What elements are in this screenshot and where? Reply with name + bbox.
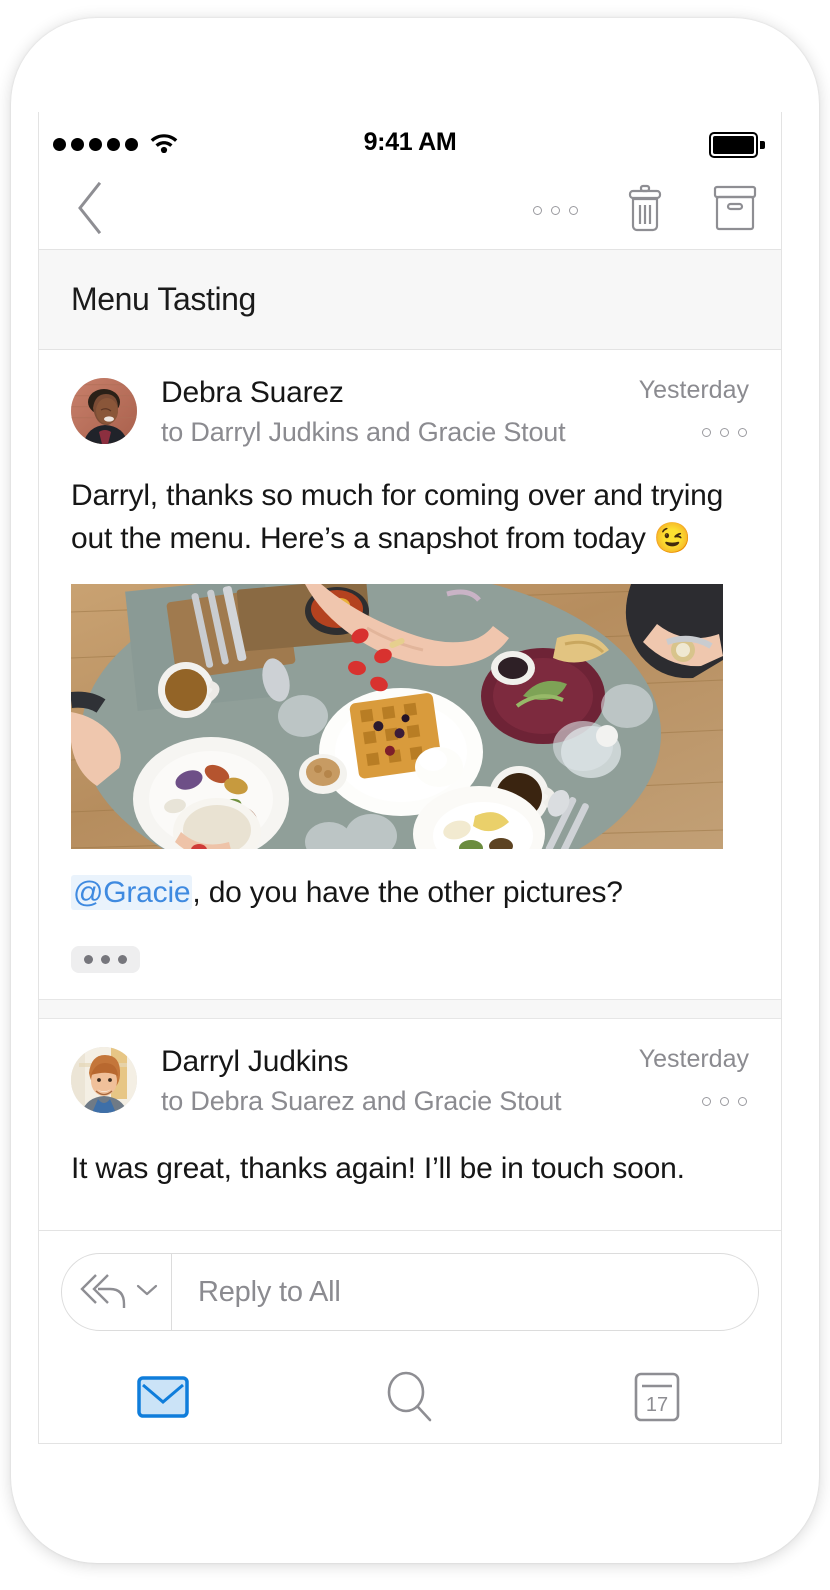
message-body: Darryl, thanks so much for coming over a… <box>71 452 749 570</box>
search-icon <box>383 1370 437 1429</box>
message-header: Debra Suarez to Darryl Judkins and Graci… <box>71 350 749 452</box>
reply-all-icon <box>76 1267 130 1318</box>
reply-field[interactable] <box>61 1253 759 1331</box>
reply-all-button[interactable] <box>62 1254 172 1330</box>
battery-full-icon <box>709 132 765 158</box>
mention-link[interactable]: @Gracie <box>71 875 193 910</box>
more-horizontal-icon <box>532 205 578 215</box>
status-bar: 9:41 AM <box>39 112 781 172</box>
expand-quoted-text-button[interactable] <box>71 946 140 973</box>
message-date: Yesterday <box>638 376 749 404</box>
archive-box-icon <box>712 185 758 236</box>
message-recipients: to Darryl Judkins and Gracie Stout <box>161 417 566 447</box>
reply-input[interactable] <box>172 1275 758 1309</box>
archive-button[interactable] <box>705 178 765 242</box>
reply-bar <box>39 1230 781 1351</box>
more-horizontal-icon <box>702 428 747 437</box>
message-body: It was great, thanks again! I’ll be in t… <box>71 1152 685 1185</box>
message-header: Darryl Judkins to Debra Suarez and Graci… <box>71 1019 749 1121</box>
message-date: Yesterday <box>638 1045 749 1073</box>
more-horizontal-icon <box>702 1097 747 1106</box>
tab-bar: 17 <box>39 1351 781 1443</box>
message-more-button[interactable] <box>702 1097 747 1106</box>
message-thread-item[interactable]: Darryl Judkins to Debra Suarez and Graci… <box>39 1019 781 1230</box>
more-button[interactable] <box>525 178 585 242</box>
svg-text:17: 17 <box>646 1394 668 1416</box>
message-body-text-after-mention: , do you have the other pictures? <box>192 876 623 909</box>
back-button[interactable] <box>59 178 121 242</box>
mail-icon <box>136 1374 189 1425</box>
chevron-down-icon <box>136 1283 158 1302</box>
message-body-mention-line: @Gracie, do you have the other pictures? <box>71 849 749 924</box>
mail-app-screen: 9:41 AM Menu Tasting Debra Suarez to Dar… <box>38 112 782 1444</box>
page-title: Menu Tasting <box>71 281 256 317</box>
trash-icon <box>624 184 666 237</box>
status-bar-time: 9:41 AM <box>363 128 457 156</box>
delete-button[interactable] <box>615 178 675 242</box>
avatar-darryl-judkins[interactable] <box>71 1047 137 1113</box>
tab-search[interactable] <box>286 1351 533 1443</box>
subject-header: Menu Tasting <box>39 250 781 350</box>
message-body-text: Darryl, thanks so much for coming over a… <box>71 479 724 555</box>
message-more-button[interactable] <box>702 428 747 437</box>
message-thread-item[interactable]: Debra Suarez to Darryl Judkins and Graci… <box>39 350 781 999</box>
avatar-debra-suarez[interactable] <box>71 378 137 444</box>
message-recipients: to Debra Suarez and Gracie Stout <box>161 1086 562 1116</box>
tab-mail[interactable] <box>39 1351 286 1443</box>
brunch-table-photo[interactable] <box>71 584 723 849</box>
nav-toolbar-actions <box>525 178 765 242</box>
calendar-icon: 17 <box>633 1371 681 1428</box>
message-separator <box>39 999 781 1019</box>
chevron-left-icon <box>75 181 105 240</box>
wink-emoji: 😉 <box>653 522 692 555</box>
nav-toolbar <box>39 172 781 250</box>
tab-calendar[interactable]: 17 <box>534 1351 781 1443</box>
